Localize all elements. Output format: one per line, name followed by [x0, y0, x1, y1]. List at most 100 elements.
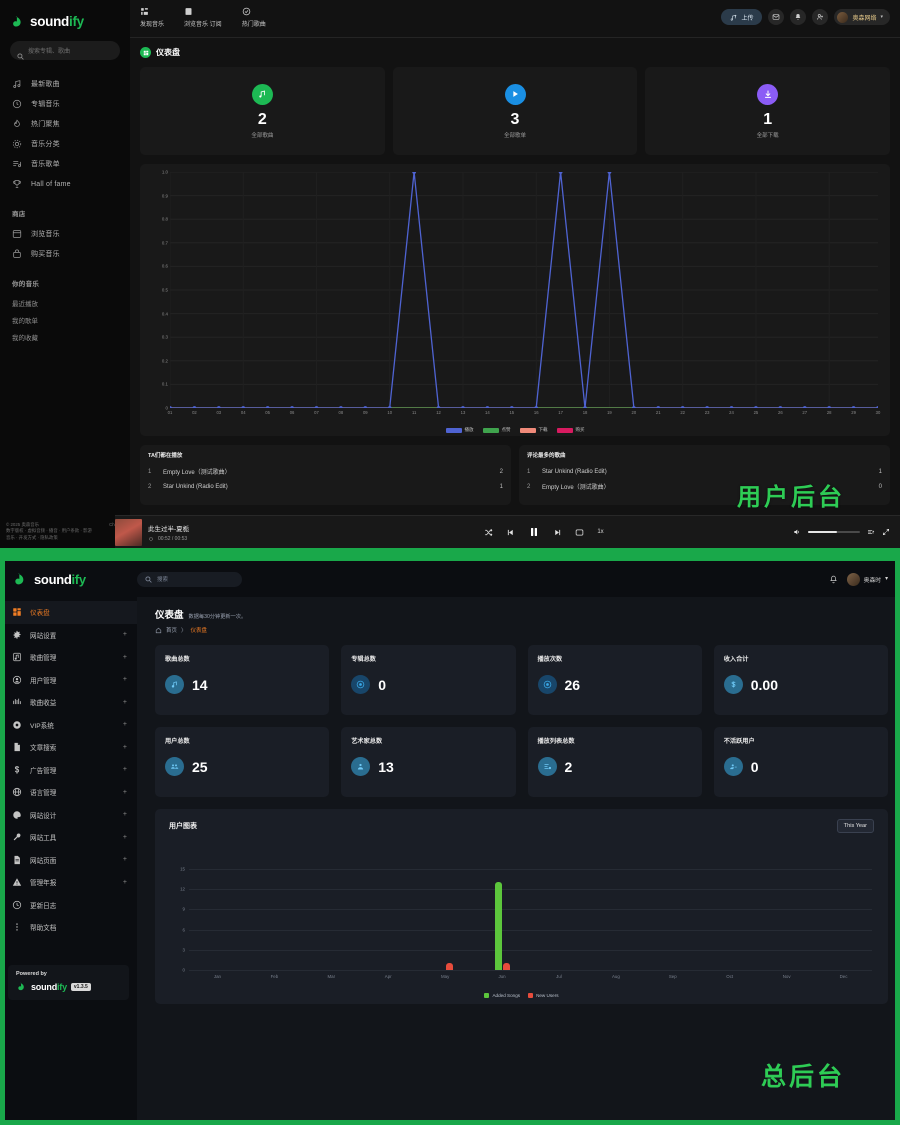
y-axis-tick: 0.6: [162, 264, 168, 269]
user-topbar: 发现音乐 浏览音乐 订阅 热门歌曲 上传: [130, 0, 900, 38]
user-account-chip[interactable]: 奥森网络 ▾: [834, 9, 890, 25]
chart-range-button[interactable]: This Year: [837, 819, 874, 833]
sidebar-item-my-playlists[interactable]: 我的歌单: [0, 311, 130, 328]
y-axis-tick: 0.3: [162, 335, 168, 340]
sidebar-item-my-favorites[interactable]: 我的收藏: [0, 328, 130, 345]
tab-label: 发现音乐: [140, 19, 164, 28]
user-brand-logo[interactable]: soundify: [0, 10, 130, 39]
add-user-button[interactable]: [812, 9, 828, 25]
stat-label: 艺术家总数: [351, 736, 505, 745]
stat-label: 全部歌单: [504, 131, 526, 139]
previous-icon[interactable]: [506, 528, 515, 537]
x-axis-tick: 10: [387, 410, 392, 415]
sidebar-item-song-management[interactable]: 歌曲管理 +: [0, 646, 137, 669]
tab-browse-music-subscribe[interactable]: 浏览音乐 订阅: [184, 7, 222, 28]
sidebar-item-song-revenue[interactable]: 歌曲收益 +: [0, 691, 137, 714]
sidebar-item-site-design[interactable]: 网站设计 +: [0, 804, 137, 827]
expand-plus-icon[interactable]: +: [123, 676, 127, 683]
sidebar-item-music-category[interactable]: 音乐分类: [0, 134, 130, 154]
sidebar-item-vip-system[interactable]: VIP系统 +: [0, 714, 137, 737]
heart-icon[interactable]: [148, 536, 154, 542]
data-point: [388, 406, 392, 408]
repeat-icon[interactable]: [575, 528, 584, 537]
upload-button[interactable]: 上传: [721, 9, 762, 25]
expand-plus-icon[interactable]: +: [123, 631, 127, 638]
sidebar-item-site-pages[interactable]: 网站页面 +: [0, 849, 137, 872]
next-icon[interactable]: [553, 528, 562, 537]
user-search-box[interactable]: 搜索专辑、歌曲: [10, 41, 120, 60]
data-point: [534, 406, 538, 408]
sidebar-item-help-docs[interactable]: 帮助文档: [0, 916, 137, 939]
legend-item[interactable]: New Users: [528, 993, 558, 998]
shuffle-icon[interactable]: [484, 528, 493, 537]
palette-icon: [12, 810, 22, 820]
album-cover[interactable]: [115, 519, 142, 546]
expand-plus-icon[interactable]: +: [123, 811, 127, 818]
legend-item[interactable]: 购买: [557, 427, 585, 433]
legend-swatch: [557, 428, 573, 433]
expand-plus-icon[interactable]: +: [123, 879, 127, 886]
breadcrumb-current: 仪表盘: [191, 626, 208, 634]
list-item[interactable]: 2 Star Unkind (Radio Edit) 1: [148, 479, 503, 494]
admin-search-input[interactable]: 搜索: [137, 572, 242, 587]
sidebar-item-browse-music[interactable]: 浏览音乐: [0, 224, 130, 244]
queue-icon[interactable]: [867, 528, 875, 536]
expand-plus-icon[interactable]: +: [123, 834, 127, 841]
playback-speed-button[interactable]: 1x: [597, 529, 603, 535]
legend-item[interactable]: Added Songs: [484, 993, 520, 998]
expand-plus-icon[interactable]: +: [123, 654, 127, 661]
list-item[interactable]: 1 Empty Love（测试歌曲） 2: [148, 464, 503, 479]
sidebar-item-user-management[interactable]: 用户管理 +: [0, 669, 137, 692]
sidebar-item-playlists[interactable]: 音乐歌单: [0, 154, 130, 174]
stat-value: 1: [763, 112, 772, 128]
expand-plus-icon[interactable]: +: [123, 766, 127, 773]
sidebar-item-changelog[interactable]: 更新日志: [0, 894, 137, 917]
sidebar-item-hot-focus[interactable]: 热门聚焦: [0, 114, 130, 134]
legend-item[interactable]: 点赞: [483, 427, 511, 433]
most-played-card: TA们都在播放 1 Empty Love（测试歌曲） 2 2 Star Unki…: [140, 445, 511, 505]
data-point: [339, 406, 343, 408]
grid-line: [189, 950, 872, 951]
expand-plus-icon[interactable]: +: [123, 721, 127, 728]
tab-label: 热门歌曲: [242, 19, 266, 28]
legend-item[interactable]: 播放: [446, 427, 474, 433]
legend-item[interactable]: 下载: [520, 427, 548, 433]
message-button[interactable]: [768, 9, 784, 25]
sidebar-item-dashboard[interactable]: 仪表盘: [0, 601, 137, 624]
expand-plus-icon[interactable]: +: [123, 856, 127, 863]
admin-user-menu[interactable]: 奥森时 ▾: [847, 573, 888, 586]
sidebar-item-ad-management[interactable]: 广告管理 +: [0, 759, 137, 782]
list-song-name: Empty Love（测试歌曲）: [163, 467, 492, 476]
breadcrumb-home[interactable]: 首页: [166, 626, 177, 634]
expand-plus-icon[interactable]: +: [123, 744, 127, 751]
legend-swatch: [484, 993, 489, 998]
tab-hot-songs[interactable]: 热门歌曲: [242, 7, 266, 28]
expand-plus-icon[interactable]: +: [123, 699, 127, 706]
stat-card-total-albums: 专辑总数 0: [341, 645, 515, 715]
x-axis-tick: Feb: [271, 974, 279, 979]
user-off-icon: [724, 757, 743, 776]
volume-icon[interactable]: [793, 528, 801, 536]
sidebar-item-latest-songs[interactable]: 最新歌曲: [0, 74, 130, 94]
sidebar-item-site-tools[interactable]: 网站工具 +: [0, 826, 137, 849]
sidebar-item-annual-report[interactable]: 管理年报 +: [0, 871, 137, 894]
admin-user-chart-card: 用户图表 This Year 03691215 JanFebMarAprMayJ…: [155, 809, 888, 1004]
notifications-button[interactable]: [829, 575, 838, 584]
page-title-text: 仪表盘: [155, 607, 184, 621]
expand-plus-icon[interactable]: +: [123, 789, 127, 796]
expand-icon[interactable]: [882, 528, 890, 536]
now-playing-sub: 00:52 / 00:53: [148, 536, 189, 542]
sidebar-item-buy-music[interactable]: 购买音乐: [0, 244, 130, 264]
sidebar-item-label: 最新歌曲: [31, 79, 60, 89]
admin-brand-logo[interactable]: soundify: [0, 561, 137, 597]
notifications-button[interactable]: [790, 9, 806, 25]
sidebar-item-recently-played[interactable]: 最近播放: [0, 294, 130, 311]
sidebar-item-article-search[interactable]: 文章搜索 +: [0, 736, 137, 759]
sidebar-item-site-settings[interactable]: 网站设置 +: [0, 624, 137, 647]
volume-slider[interactable]: [808, 531, 860, 533]
sidebar-item-album-music[interactable]: 专辑音乐: [0, 94, 130, 114]
pause-icon[interactable]: [528, 526, 540, 538]
tab-discover-music[interactable]: 发现音乐: [140, 7, 164, 28]
sidebar-item-language-management[interactable]: 语言管理 +: [0, 781, 137, 804]
sidebar-item-hall-of-fame[interactable]: Hall of fame: [0, 174, 130, 194]
